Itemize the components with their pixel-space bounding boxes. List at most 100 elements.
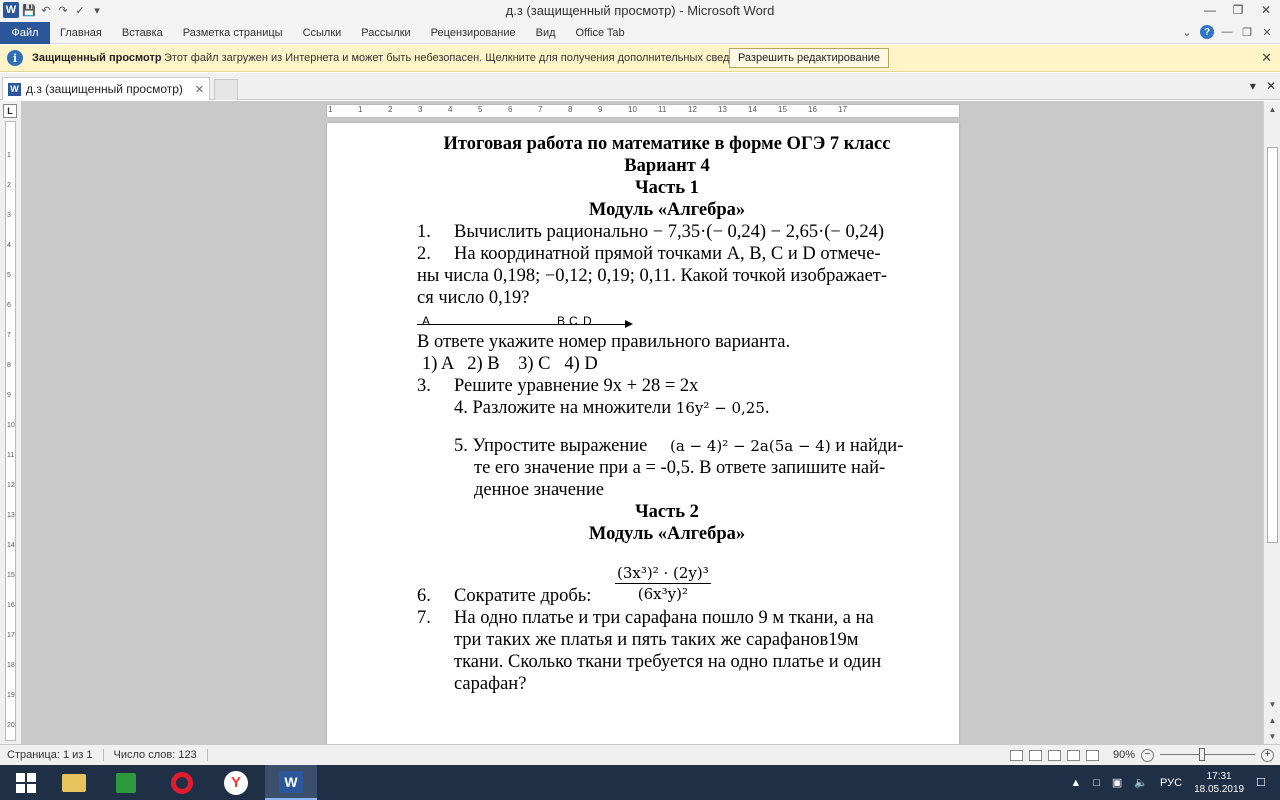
windows-logo-icon xyxy=(16,772,36,793)
vertical-ruler-number: 13 xyxy=(7,512,15,519)
new-tab-button[interactable] xyxy=(214,79,238,100)
number-line-axis xyxy=(417,324,629,325)
outline-view-button[interactable] xyxy=(1066,749,1080,761)
ruler-number: 6 xyxy=(508,105,513,114)
tab-references[interactable]: Ссылки xyxy=(293,22,352,44)
zoom-slider[interactable] xyxy=(1160,748,1255,762)
ruler-number: 1 xyxy=(328,105,333,114)
document-work-area: L 1 2 3 4 5 6 7 8 9 10 11 12 13 14 15 16 17 18 19 20 112345… xyxy=(0,101,1280,744)
help-icon[interactable]: ? xyxy=(1200,25,1214,39)
word-doc-icon: W xyxy=(8,82,21,96)
ruler-number: 1 xyxy=(358,105,363,114)
tab-review[interactable]: Рецензирование xyxy=(421,22,526,44)
ruler-number: 14 xyxy=(748,105,757,114)
close-button[interactable]: ✕ xyxy=(1252,0,1280,20)
question-6: 6. Сократите дробь: (3x³)² · (2y)³ (6x³y)… xyxy=(417,563,917,607)
tab-page-layout[interactable]: Разметка страницы xyxy=(173,22,293,44)
vertical-ruler-number: 3 xyxy=(7,212,11,219)
status-separator xyxy=(102,749,104,761)
ruler-number: 7 xyxy=(538,105,543,114)
collapse-ribbon-icon[interactable]: ⌄ xyxy=(1180,25,1194,39)
ruler-number: 17 xyxy=(838,105,847,114)
q4-end: . xyxy=(764,398,770,418)
start-button[interactable] xyxy=(0,765,52,800)
q5-line2: те его значение при а = -0,5. В ответе з… xyxy=(474,458,886,478)
close-tab-icon[interactable]: ✕ xyxy=(195,83,204,96)
tab-view[interactable]: Вид xyxy=(526,22,566,44)
file-explorer-taskbar-button[interactable] xyxy=(48,765,100,800)
yandex-taskbar-button[interactable]: Y xyxy=(210,765,262,800)
vertical-scrollbar[interactable]: ▲ ▼ ▲ ▼ xyxy=(1263,101,1280,744)
spelling-icon[interactable]: ✓ xyxy=(73,3,87,17)
ruler-number: 13 xyxy=(718,105,727,114)
notifications-icon[interactable]: ☐ xyxy=(1256,776,1266,789)
tab-home[interactable]: Главная xyxy=(50,22,112,44)
ruler-number: 2 xyxy=(388,105,393,114)
save-icon[interactable]: 💾 xyxy=(22,3,36,17)
tab-mailings[interactable]: Рассылки xyxy=(351,22,420,44)
display-icon[interactable]: ▣ xyxy=(1112,776,1122,789)
vertical-ruler-number: 14 xyxy=(7,542,15,549)
opera-taskbar-button[interactable] xyxy=(156,765,208,800)
word-app-icon[interactable]: W xyxy=(3,2,19,18)
horizontal-ruler[interactable]: 1 1 2 3 4 5 6 7 8 9 10 11 12 13 14 15 16 17 xyxy=(326,104,960,118)
vertical-ruler-number: 20 xyxy=(7,722,15,729)
scroll-down-icon[interactable]: ▼ xyxy=(1264,696,1280,712)
opera-icon xyxy=(171,771,193,794)
undo-icon[interactable]: ↶ xyxy=(39,3,53,17)
word-taskbar-button[interactable]: W xyxy=(265,765,317,800)
doc-restore-icon[interactable]: ❐ xyxy=(1240,25,1254,39)
title-bar: W 💾 ↶ ↷ ✓ ▾ д.з (защищенный просмотр) - … xyxy=(0,0,1280,22)
page-indicator[interactable]: Страница: 1 из 1 xyxy=(7,749,93,761)
full-screen-view-button[interactable] xyxy=(1028,749,1042,761)
show-hidden-icons-icon[interactable]: ▲ xyxy=(1070,777,1081,789)
customize-toolbar-icon[interactable]: ▾ xyxy=(90,3,104,17)
clock[interactable]: 17:31 18.05.2019 xyxy=(1194,770,1244,796)
tab-office-tab[interactable]: Office Tab xyxy=(566,22,635,44)
zoom-out-icon[interactable]: − xyxy=(1141,748,1154,762)
redo-icon[interactable]: ↷ xyxy=(56,3,70,17)
q1-expression: − 7,35·(− 0,24) − 2,65·(− 0,24) xyxy=(652,222,885,242)
tab-list-icon[interactable]: ▾ xyxy=(1250,79,1256,93)
enable-editing-button[interactable]: Разрешить редактирование xyxy=(729,48,889,68)
zoom-in-icon[interactable]: + xyxy=(1261,748,1274,762)
vertical-ruler-number: 2 xyxy=(7,182,11,189)
volume-icon[interactable]: 🔈 xyxy=(1134,776,1148,789)
next-page-icon[interactable]: ▼ xyxy=(1264,728,1280,744)
scrollbar-thumb[interactable] xyxy=(1267,147,1278,543)
web-layout-view-button[interactable] xyxy=(1047,749,1061,761)
word-count[interactable]: Число слов: 123 xyxy=(114,749,197,761)
print-layout-view-button[interactable] xyxy=(1009,749,1023,761)
doc-minimize-icon[interactable]: — xyxy=(1220,25,1234,39)
tab-file[interactable]: Файл xyxy=(0,22,50,44)
prev-page-icon[interactable]: ▲ xyxy=(1264,712,1280,728)
question-4: 4. Разложите на множители 16y² − 0,25. xyxy=(417,397,917,419)
answer-prompt: В ответе укажите номер правильного вариа… xyxy=(417,332,791,352)
q6-number: 6. xyxy=(417,586,431,606)
word-taskbar-icon: W xyxy=(279,770,303,793)
tab-insert[interactable]: Вставка xyxy=(112,22,173,44)
zoom-level[interactable]: 90% xyxy=(1113,749,1135,761)
network-icon[interactable]: □ xyxy=(1093,777,1100,789)
tab-selector[interactable]: L xyxy=(3,104,17,118)
question-2: 2. На координатной прямой точками A, B, C… xyxy=(417,243,917,309)
vertical-ruler[interactable]: 1 2 3 4 5 6 7 8 9 10 11 12 13 14 15 16 17 18 19 20 xyxy=(5,121,16,741)
close-bar-icon[interactable]: ✕ xyxy=(1261,50,1272,66)
part2-heading: Часть 2 xyxy=(635,502,699,522)
document-page[interactable]: Итоговая работа по математике в форме ОГ… xyxy=(327,123,959,744)
close-all-icon[interactable]: ✕ xyxy=(1266,79,1276,93)
maximize-button[interactable]: ❐ xyxy=(1224,0,1252,20)
q3-number: 3. xyxy=(417,376,431,396)
store-taskbar-button[interactable] xyxy=(100,765,152,800)
scroll-up-icon[interactable]: ▲ xyxy=(1264,101,1280,117)
draft-view-button[interactable] xyxy=(1085,749,1099,761)
vertical-ruler-area: L 1 2 3 4 5 6 7 8 9 10 11 12 13 14 15 16 17 18 19 20 xyxy=(0,101,22,744)
protected-view-message[interactable]: Этот файл загружен из Интернета и может … xyxy=(164,52,757,64)
vertical-ruler-number: 7 xyxy=(7,332,11,339)
minimize-button[interactable]: — xyxy=(1196,0,1224,20)
question-1: 1. Вычислить рационально − 7,35·(− 0,24) … xyxy=(417,221,917,243)
keyboard-language[interactable]: РУС xyxy=(1160,777,1182,789)
document-tab[interactable]: W д.з (защищенный просмотр) ✕ xyxy=(2,77,210,100)
doc-close-icon[interactable]: ✕ xyxy=(1260,25,1274,39)
zoom-slider-knob[interactable] xyxy=(1199,748,1206,761)
